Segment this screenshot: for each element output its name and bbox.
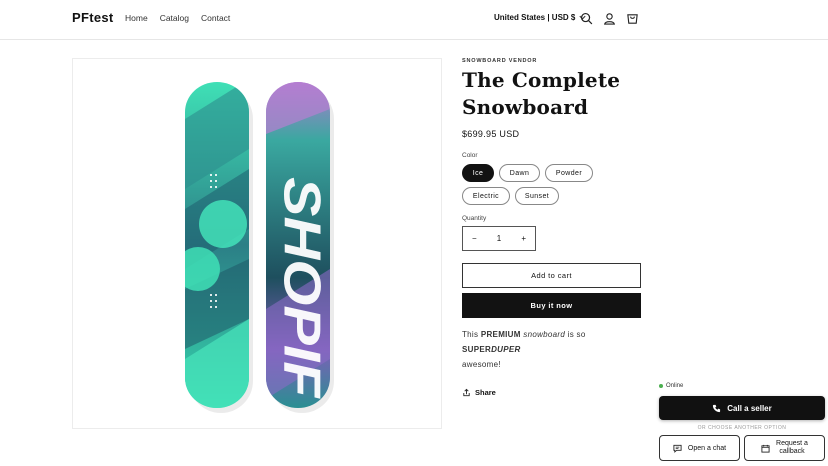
- quantity-decrease-button[interactable]: −: [472, 234, 477, 243]
- quantity-stepper: − 1 +: [462, 226, 536, 251]
- account-icon[interactable]: [601, 10, 617, 26]
- desc-text-duper: DUPER: [491, 345, 521, 354]
- online-dot-icon: [659, 384, 663, 388]
- product-price: $699.95 USD: [462, 129, 520, 139]
- site-logo[interactable]: PFtest: [72, 10, 114, 25]
- main-nav: Home Catalog Contact: [125, 13, 230, 23]
- open-chat-button[interactable]: Open a chat: [659, 435, 740, 461]
- color-option-dawn[interactable]: Dawn: [499, 164, 540, 182]
- share-button[interactable]: Share: [462, 388, 642, 397]
- call-seller-label: Call a seller: [727, 403, 772, 413]
- color-options: Ice Dawn Powder Electric Sunset: [462, 164, 642, 205]
- chat-icon: [673, 444, 682, 453]
- online-status-label: Online: [666, 383, 684, 389]
- phone-icon: [713, 404, 721, 412]
- open-chat-label: Open a chat: [687, 444, 727, 452]
- nav-contact[interactable]: Contact: [201, 13, 230, 23]
- desc-text-premium: PREMIUM: [480, 330, 521, 339]
- desc-text-is-so: is so: [565, 330, 586, 339]
- desc-text-awesome: awesome!: [462, 360, 501, 369]
- color-label: Color: [462, 152, 478, 159]
- product-title: The Complete Snowboard: [462, 67, 642, 121]
- callback-line1: Request a: [776, 440, 808, 447]
- online-status: Online: [659, 383, 683, 389]
- currency-selector[interactable]: United States | USD $: [494, 13, 587, 22]
- request-callback-label: Request a callback: [776, 440, 808, 456]
- color-option-powder[interactable]: Powder: [545, 164, 593, 182]
- request-callback-button[interactable]: Request a callback: [744, 435, 825, 461]
- desc-text-snowboard: snowboard: [523, 330, 566, 339]
- callback-line2: callback: [779, 448, 805, 455]
- search-icon[interactable]: [578, 10, 594, 26]
- color-option-ice[interactable]: Ice: [462, 164, 494, 182]
- board-graphic-text: SHOPIFY: [272, 177, 330, 429]
- add-to-cart-button[interactable]: Add to cart: [462, 263, 641, 288]
- product-description: This PREMIUM snowboard is so SUPERDUPER …: [462, 327, 642, 372]
- site-header: PFtest Home Catalog Contact United State…: [0, 0, 828, 40]
- product-image[interactable]: SHOPIFY: [72, 58, 442, 429]
- nav-home[interactable]: Home: [125, 13, 148, 23]
- quantity-label: Quantity: [462, 215, 487, 222]
- product-info: SNOWBOARD VENDOR The Complete Snowboard …: [462, 58, 642, 397]
- currency-label: United States | USD $: [494, 13, 576, 22]
- product-title-line2: Snowboard: [462, 95, 589, 119]
- other-option-label: OR CHOOSE ANOTHER OPTION: [697, 425, 787, 431]
- share-icon: [463, 388, 470, 397]
- desc-text-super: SUPER: [462, 345, 492, 354]
- nav-catalog[interactable]: Catalog: [160, 13, 189, 23]
- calendar-icon: [761, 444, 770, 453]
- desc-text-this: This: [462, 330, 481, 339]
- call-seller-button[interactable]: Call a seller: [659, 396, 825, 420]
- color-option-sunset[interactable]: Sunset: [515, 187, 559, 205]
- quantity-increase-button[interactable]: +: [521, 234, 526, 243]
- product-title-line1: The Complete: [462, 68, 621, 92]
- cart-icon[interactable]: [624, 10, 640, 26]
- snowboards-image: SHOPIFY: [185, 82, 334, 429]
- share-label: Share: [475, 388, 496, 397]
- product-vendor: SNOWBOARD VENDOR: [462, 58, 538, 64]
- color-option-electric[interactable]: Electric: [462, 187, 510, 205]
- buy-now-button[interactable]: Buy it now: [462, 293, 641, 318]
- quantity-input[interactable]: 1: [497, 234, 501, 243]
